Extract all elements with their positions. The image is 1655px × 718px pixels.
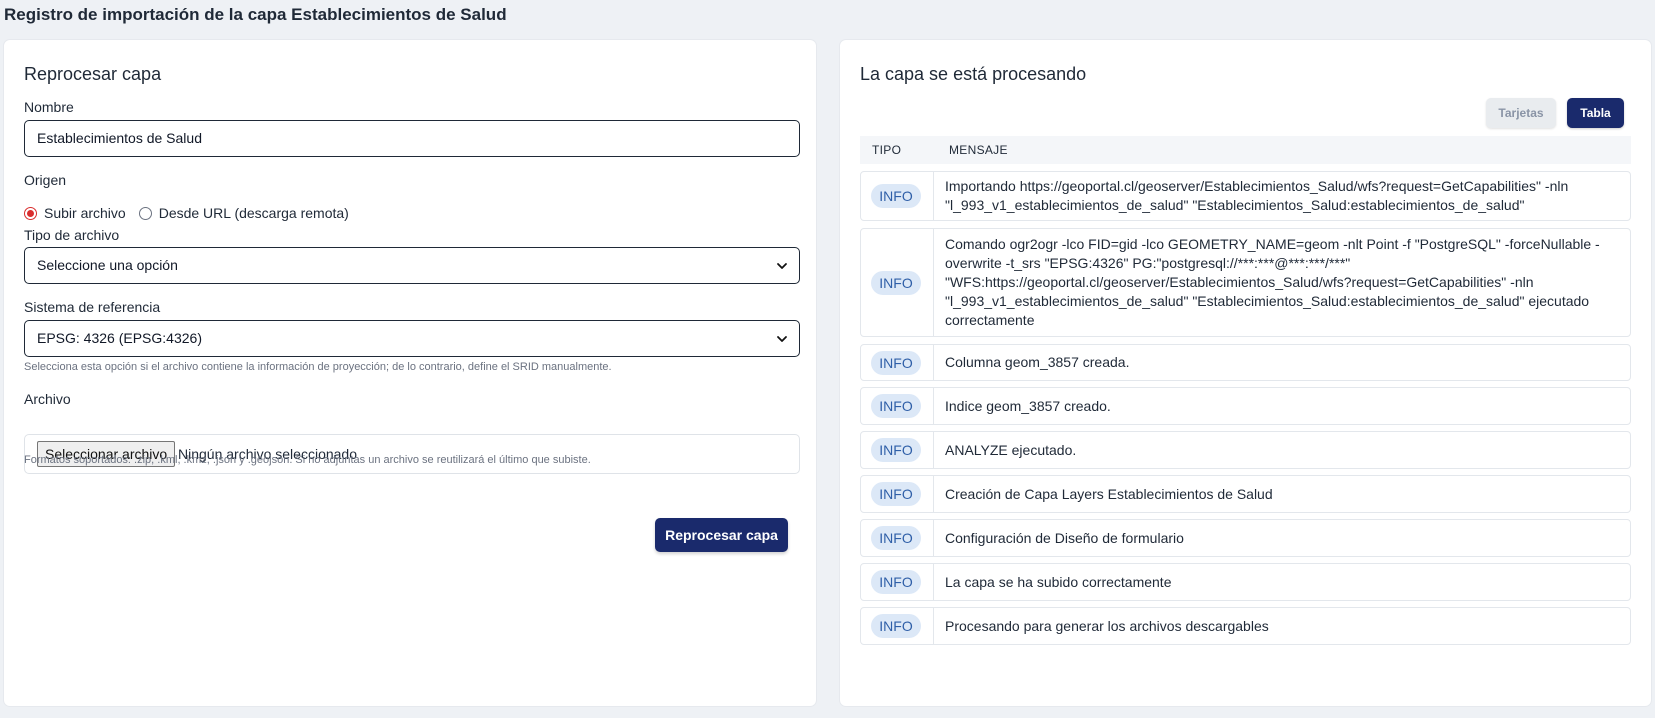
formats-help: Formatos soportados: .zip, .kml, .kmz, .… — [24, 454, 591, 466]
cards-view-button[interactable]: Tarjetas — [1486, 98, 1556, 128]
table-row: INFO Procesando para generar los archivo… — [860, 607, 1631, 645]
status-badge: INFO — [871, 570, 921, 594]
type-cell: INFO — [861, 345, 934, 380]
page-title: Registro de importación de la capa Estab… — [4, 5, 507, 24]
radio-desde-url[interactable] — [138, 206, 152, 220]
chevron-down-icon — [777, 263, 787, 269]
log-message: Creación de Capa Layers Establecimientos… — [945, 485, 1273, 502]
table-row: INFO La capa se ha subido correctamente — [860, 563, 1631, 601]
table-row: INFO Configuración de Diseño de formular… — [860, 519, 1631, 557]
nombre-label: Nombre — [24, 99, 74, 115]
tipo-archivo-label: Tipo de archivo — [24, 227, 120, 243]
status-badge: INFO — [871, 526, 921, 550]
srs-label: Sistema de referencia — [24, 299, 161, 315]
log-message: Importando https://geoportal.cl/geoserve… — [945, 178, 1569, 213]
status-badge: INFO — [871, 394, 921, 418]
log-message: Configuración de Diseño de formulario — [945, 529, 1184, 546]
table-row: INFO ANALYZE ejecutado. — [860, 431, 1631, 469]
nombre-input[interactable]: Establecimientos de Salud — [24, 120, 800, 157]
status-badge: INFO — [871, 482, 921, 506]
chevron-down-icon — [777, 336, 787, 342]
radio-desde-url-label[interactable]: Desde URL (descarga remota) — [159, 205, 349, 221]
log-message: Comando ogr2ogr -lco FID=gid -lco GEOMET… — [945, 236, 1600, 328]
status-badge: INFO — [871, 438, 921, 462]
type-cell: INFO — [861, 608, 934, 644]
type-cell: INFO — [861, 388, 934, 424]
log-message: La capa se ha subido correctamente — [945, 573, 1172, 590]
srs-help: Selecciona esta opción si el archivo con… — [24, 361, 612, 373]
origen-radio-group: Subir archivo Desde URL (descarga remota… — [24, 204, 362, 222]
log-message: ANALYZE ejecutado. — [945, 441, 1077, 458]
type-cell: INFO — [861, 432, 934, 468]
reprocess-button[interactable]: Reprocesar capa — [655, 518, 788, 552]
log-table-header: TIPO MENSAJE — [860, 136, 1631, 164]
type-cell: INFO — [861, 520, 934, 556]
table-row: INFO Comando ogr2ogr -lco FID=gid -lco G… — [860, 228, 1631, 337]
reprocess-card: Reprocesar capa Nombre Establecimientos … — [4, 40, 816, 706]
radio-subir-archivo[interactable] — [24, 206, 37, 220]
log-message: Columna geom_3857 creada. — [945, 354, 1130, 370]
log-message: Procesando para generar los archivos des… — [945, 617, 1269, 634]
origen-label: Origen — [24, 172, 67, 188]
archivo-label: Archivo — [24, 391, 71, 407]
table-row: INFO Creación de Capa Layers Establecimi… — [860, 475, 1631, 513]
status-badge: INFO — [871, 614, 921, 638]
status-badge: INFO — [871, 270, 921, 295]
srs-value: EPSG: 4326 (EPSG:4326) — [37, 330, 202, 346]
table-row: INFO Columna geom_3857 creada. — [860, 344, 1631, 381]
srs-select[interactable]: EPSG: 4326 (EPSG:4326) — [24, 320, 800, 357]
column-header-tipo: TIPO — [872, 143, 902, 157]
processing-heading: La capa se está procesando — [860, 64, 1087, 84]
column-header-mensaje: MENSAJE — [949, 143, 1008, 157]
reprocess-heading: Reprocesar capa — [24, 64, 162, 84]
status-badge: INFO — [871, 350, 921, 375]
table-view-button[interactable]: Tabla — [1567, 98, 1624, 128]
type-cell: INFO — [861, 229, 934, 336]
table-row: INFO Indice geom_3857 creado. — [860, 387, 1631, 425]
table-row: INFO Importando https://geoportal.cl/geo… — [860, 171, 1631, 221]
type-cell: INFO — [861, 564, 934, 600]
processing-card: La capa se está procesando Tarjetas Tabl… — [840, 40, 1651, 706]
tipo-archivo-select[interactable]: Seleccione una opción — [24, 247, 800, 284]
type-cell: INFO — [861, 476, 934, 512]
type-cell: INFO — [861, 172, 934, 220]
status-badge: INFO — [871, 184, 921, 208]
log-message: Indice geom_3857 creado. — [945, 397, 1111, 414]
radio-subir-archivo-label[interactable]: Subir archivo — [44, 205, 126, 221]
tipo-archivo-value: Seleccione una opción — [37, 257, 178, 273]
